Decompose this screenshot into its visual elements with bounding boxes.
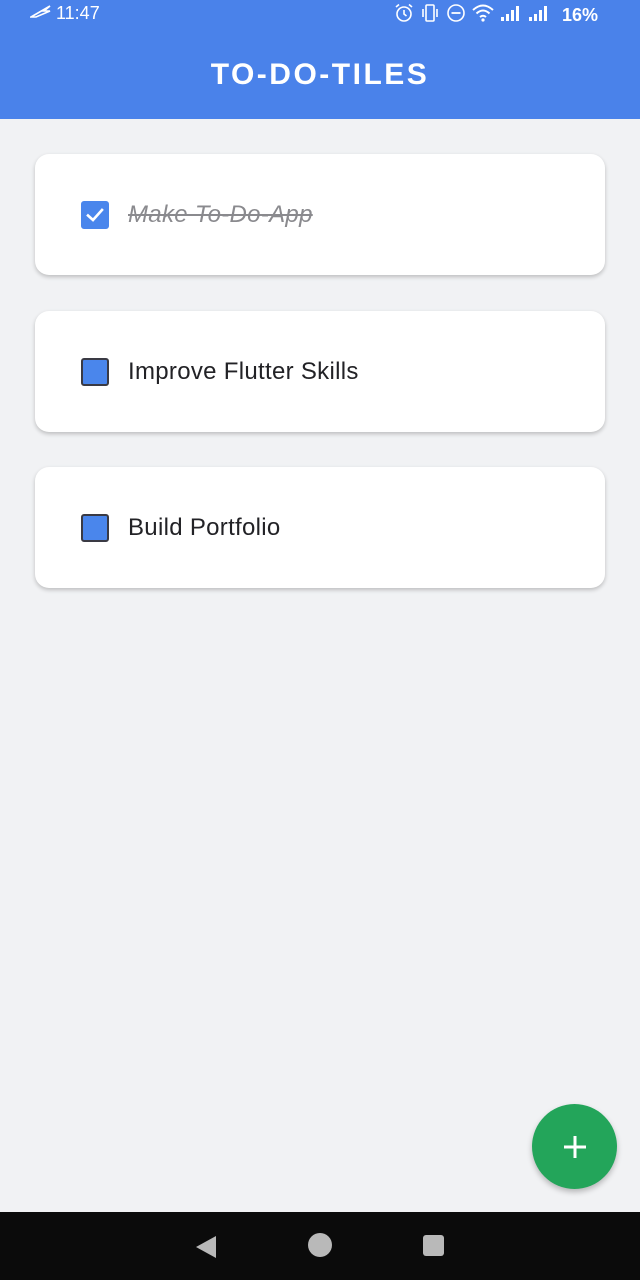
todo-text: Improve Flutter Skills: [128, 357, 359, 385]
todo-text: Make To-Do-App: [128, 200, 313, 228]
page-title: TO-DO-TILES: [210, 58, 430, 91]
status-right: 16%: [394, 3, 598, 28]
todo-text: Build Portfolio: [128, 513, 281, 541]
todo-checkbox[interactable]: [81, 513, 109, 542]
recents-icon[interactable]: [423, 1235, 444, 1256]
todo-checkbox[interactable]: [81, 357, 109, 386]
dnd-icon: [446, 3, 466, 28]
system-nav-bar: [0, 1212, 640, 1280]
status-time: 11:47: [56, 3, 100, 23]
wifi-icon: [472, 4, 494, 27]
back-icon[interactable]: [194, 1234, 218, 1265]
plus-icon: [563, 1135, 586, 1158]
home-icon[interactable]: [308, 1233, 332, 1257]
status-left: 11:47: [28, 3, 100, 24]
screen: 11:47 16% TO-DO-TILES Make To-Do-App Imp…: [0, 0, 640, 1280]
battery-level: 16%: [561, 5, 598, 25]
todo-tile[interactable]: Build Portfolio: [35, 467, 605, 588]
plane-swoosh-icon: [28, 3, 52, 24]
todo-tile[interactable]: Make To-Do-App: [35, 154, 605, 275]
todo-tile[interactable]: Improve Flutter Skills: [35, 311, 605, 432]
app-bar: 11:47 16% TO-DO-TILES: [0, 0, 640, 119]
signal-icon: [500, 4, 522, 27]
todo-checkbox-checked[interactable]: [81, 200, 109, 229]
alarm-icon: [394, 3, 414, 28]
status-bar: 11:47 16%: [0, 0, 640, 28]
vibrate-icon: [420, 3, 440, 28]
add-todo-button[interactable]: [532, 1104, 617, 1189]
check-icon: [86, 207, 104, 222]
signal-icon: [528, 4, 550, 27]
